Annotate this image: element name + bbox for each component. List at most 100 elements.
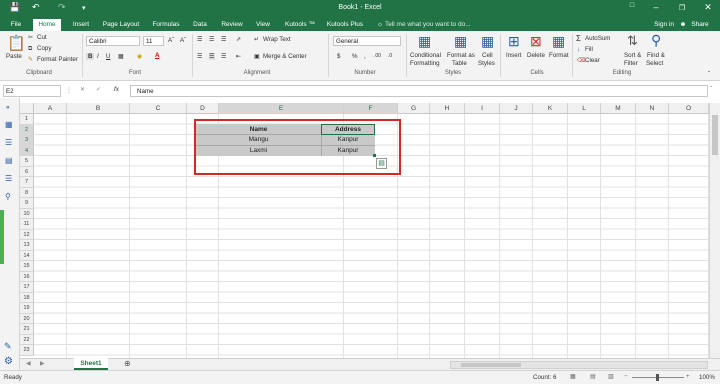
insert-cells-button[interactable]: Insert [506, 52, 521, 59]
delete-cells-icon[interactable]: ⊠ [530, 33, 542, 50]
normal-view-icon[interactable]: ▦ [570, 373, 576, 380]
zoom-slider-thumb[interactable] [656, 374, 659, 381]
merge-center-button[interactable]: Merge & Center [263, 53, 307, 60]
align-middle-icon[interactable]: ☰ [209, 36, 215, 43]
tell-me-search[interactable]: Tell me what you want to do... [385, 19, 475, 31]
row-header[interactable]: 10 [20, 208, 34, 219]
shrink-font-icon[interactable]: Aˇ [180, 37, 186, 44]
column-header-a[interactable]: A [34, 103, 67, 114]
share-button[interactable]: Share [688, 19, 712, 31]
workbook-icon[interactable]: ▦ [5, 120, 13, 129]
row-header[interactable]: 11 [20, 219, 34, 230]
ribbon-options-icon[interactable]: □ [622, 2, 642, 9]
italic-icon[interactable]: I [97, 53, 99, 60]
currency-button[interactable]: $ [337, 53, 340, 60]
column-header-h[interactable]: H [430, 103, 465, 114]
increase-decimal-icon[interactable]: .00 [374, 53, 381, 59]
add-sheet-icon[interactable]: ⊕ [124, 359, 131, 368]
font-name-select[interactable]: Calibri [86, 36, 140, 46]
close-button[interactable]: ✕ [698, 2, 718, 13]
column-header-e[interactable]: E [219, 103, 344, 114]
row-header[interactable]: 2 [20, 124, 34, 135]
page-layout-view-icon[interactable]: ▤ [590, 373, 596, 380]
row-header[interactable]: 13 [20, 240, 34, 251]
tab-review[interactable]: Review [218, 19, 246, 31]
cell-styles-icon[interactable]: ▦ [481, 33, 494, 50]
clear-button[interactable]: Clear [585, 57, 600, 64]
sort-filter-button[interactable]: Sort & [624, 52, 641, 59]
insert-cells-icon[interactable]: ⊞ [508, 33, 520, 50]
name-box-dropdown-icon[interactable]: ⋮ [66, 87, 72, 94]
row-header[interactable]: 18 [20, 292, 34, 303]
find-select-icon[interactable]: ⚲ [651, 32, 661, 49]
number-format-select[interactable]: General [333, 36, 401, 46]
page-break-view-icon[interactable]: ▥ [608, 373, 614, 380]
row-header[interactable]: 17 [20, 282, 34, 293]
sheet-list-icon[interactable]: ☰ [5, 138, 12, 147]
conditional-formatting-icon[interactable]: ▦ [418, 33, 431, 50]
cancel-entry-icon[interactable]: ✕ [80, 86, 85, 93]
zoom-level[interactable]: 100% [699, 374, 715, 381]
tab-insert[interactable]: Insert [68, 19, 94, 31]
row-header[interactable]: 8 [20, 187, 34, 198]
cut-button[interactable]: Cut [37, 34, 47, 41]
row-header[interactable]: 9 [20, 198, 34, 209]
indent-icon[interactable]: ⇤ [236, 53, 241, 60]
name-manager-icon[interactable]: ▤ [5, 156, 13, 165]
vertical-scrollbar[interactable] [709, 103, 720, 358]
expand-formula-bar-icon[interactable]: ˇ [710, 86, 712, 93]
font-size-select[interactable]: 11 [143, 36, 164, 46]
minimize-button[interactable]: – [646, 2, 666, 12]
comma-icon[interactable]: , [364, 53, 366, 60]
column-header-o[interactable]: O [669, 103, 709, 114]
paste-button[interactable]: Paste [6, 53, 22, 60]
column-header-j[interactable]: J [500, 103, 533, 114]
tab-kutools[interactable]: Kutools ™ [281, 19, 319, 31]
row-header[interactable]: 5 [20, 156, 34, 167]
next-sheet-icon[interactable]: ▶ [40, 360, 45, 367]
row-header[interactable]: 15 [20, 261, 34, 272]
tab-file[interactable]: File [6, 19, 26, 31]
row-header[interactable]: 14 [20, 250, 34, 261]
tab-formulas[interactable]: Formulas [150, 19, 182, 31]
format-cells-icon[interactable]: ▦ [552, 33, 565, 50]
formula-input[interactable]: Name [130, 85, 708, 97]
zoom-out-icon[interactable]: − [624, 373, 628, 380]
bold-icon[interactable]: B [86, 53, 95, 60]
tab-page-layout[interactable]: Page Layout [100, 19, 142, 31]
autosum-button[interactable]: AutoSum [585, 35, 610, 42]
orientation-icon[interactable]: ⇗ [236, 36, 241, 43]
grow-font-icon[interactable]: Aˆ [168, 37, 174, 44]
column-header-m[interactable]: M [601, 103, 636, 114]
vertical-scroll-thumb[interactable] [712, 115, 718, 155]
row-header[interactable]: 12 [20, 229, 34, 240]
row-header[interactable]: 20 [20, 313, 34, 324]
sign-in-link[interactable]: Sign in [652, 19, 676, 31]
row-header[interactable]: 1 [20, 114, 34, 125]
row-header[interactable]: 21 [20, 324, 34, 335]
row-header[interactable]: 4 [20, 145, 34, 156]
column-header-d[interactable]: D [187, 103, 219, 114]
prev-sheet-icon[interactable]: ◀ [26, 360, 31, 367]
align-center-icon[interactable]: ☰ [209, 53, 215, 60]
decrease-decimal-icon[interactable]: .0 [388, 53, 392, 59]
insert-function-icon[interactable]: fx [114, 86, 119, 93]
row-header[interactable]: 6 [20, 166, 34, 177]
find-select-button[interactable]: Find & [647, 52, 665, 59]
column-header-f[interactable]: F [344, 103, 398, 114]
horizontal-scroll-thumb[interactable] [461, 363, 521, 367]
tab-view[interactable]: View [252, 19, 274, 31]
column-header-l[interactable]: L [568, 103, 601, 114]
percent-button[interactable]: % [352, 53, 358, 60]
align-top-icon[interactable]: ☰ [197, 36, 203, 43]
row-header[interactable]: 23 [20, 345, 34, 356]
column-header-i[interactable]: I [465, 103, 500, 114]
borders-icon[interactable]: ▦ [118, 53, 124, 60]
tab-data[interactable]: Data [189, 19, 211, 31]
select-all-corner[interactable] [20, 103, 34, 114]
underline-icon[interactable]: U [106, 53, 110, 60]
zoom-in-icon[interactable]: + [686, 373, 690, 380]
wrap-text-button[interactable]: Wrap Text [263, 36, 291, 43]
conditional-formatting-button[interactable]: Conditional [410, 52, 441, 59]
find-replace-icon[interactable]: ⚲ [5, 192, 11, 201]
